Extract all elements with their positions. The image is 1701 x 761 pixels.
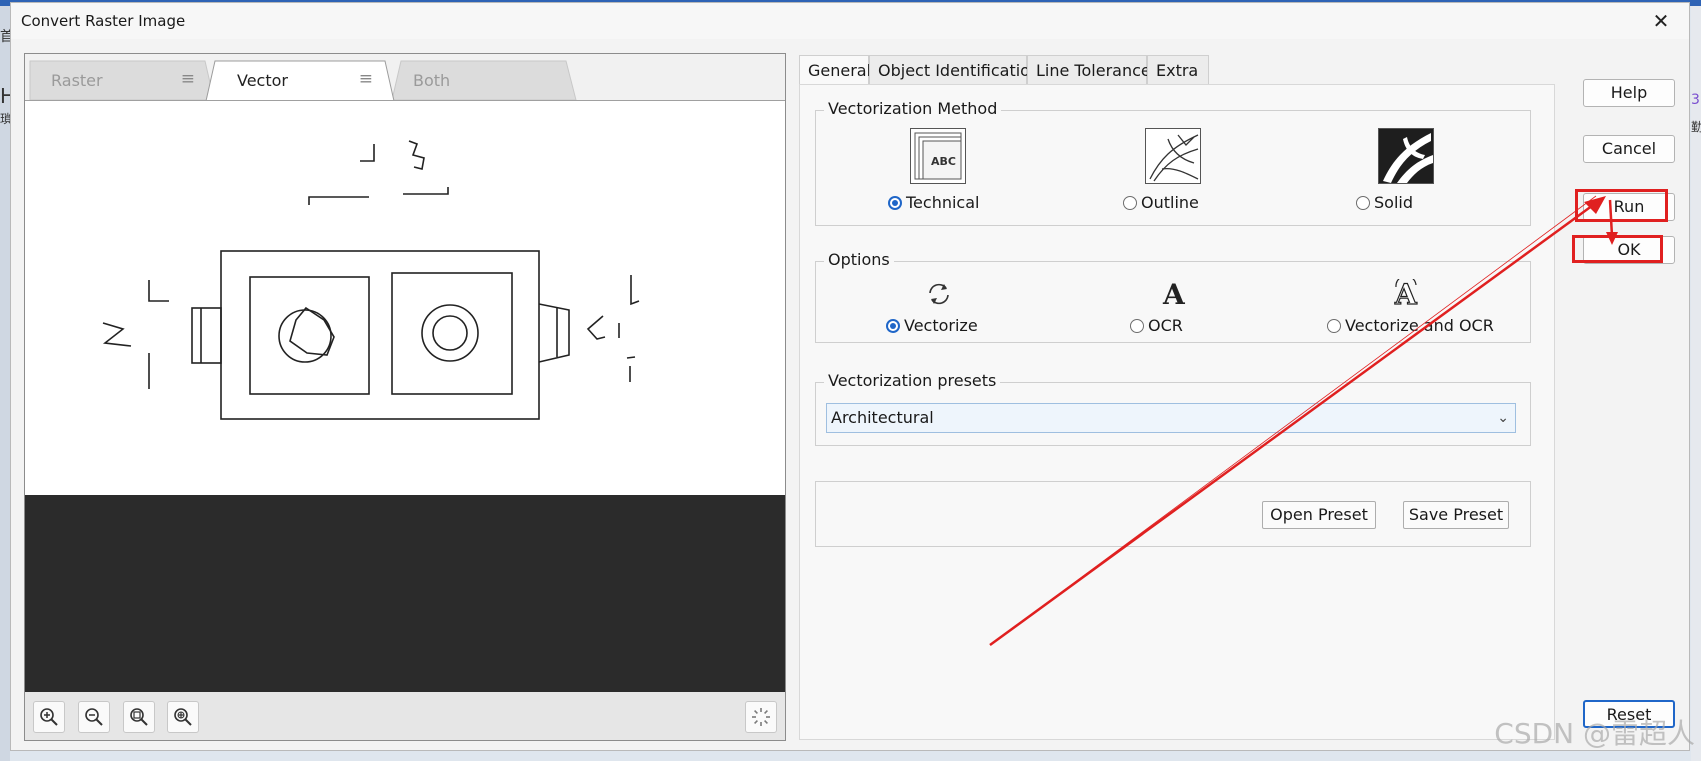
- watermark: CSDN @雷超人: [1494, 717, 1695, 750]
- annotation-arrows: [989, 195, 1618, 647]
